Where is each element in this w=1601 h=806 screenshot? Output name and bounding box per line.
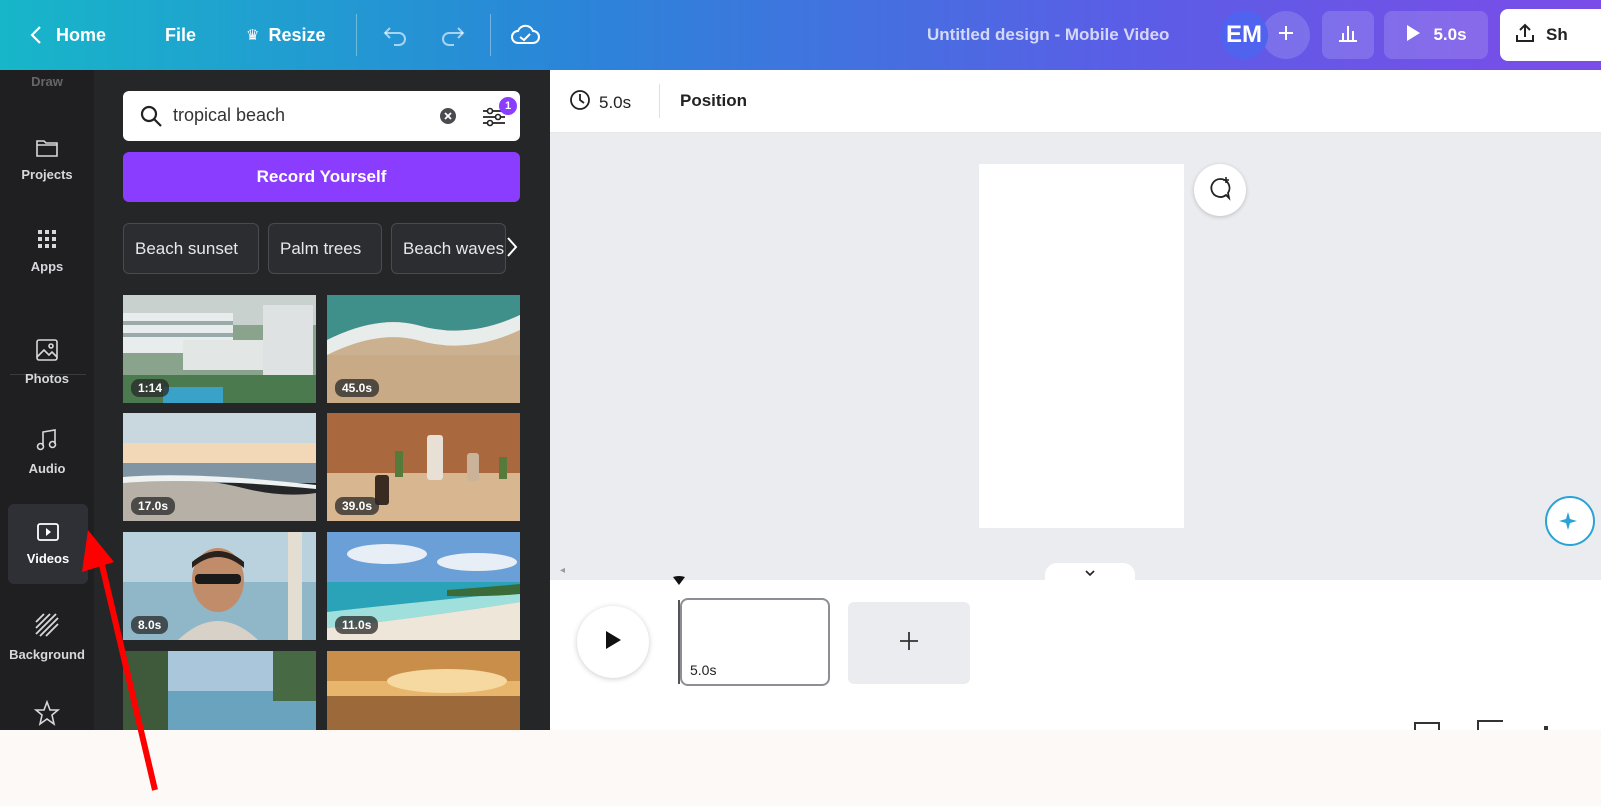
canva-editor: Home File ♛ Resize Untitled design - Mob…	[0, 0, 1601, 806]
annotation-arrow	[82, 530, 158, 791]
